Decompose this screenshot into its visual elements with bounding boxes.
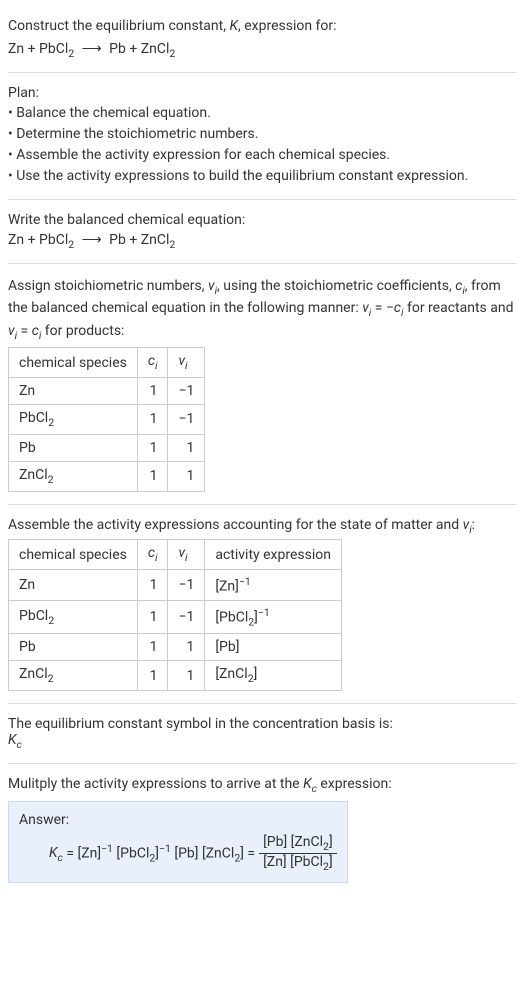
table-header-row: chemical species ci νi activity expressi…: [9, 540, 342, 570]
col-header-species: chemical species: [9, 348, 138, 378]
cell-ci: 1: [137, 661, 168, 691]
kc-symbol-section: The equilibrium constant symbol in the c…: [8, 708, 517, 759]
plan-item: • Balance the chemical equation.: [8, 103, 517, 124]
kc-fraction: [Pb] [ZnCl2] [Zn] [PbCl2]: [259, 834, 337, 873]
plan-item: • Use the activity expressions to build …: [8, 166, 517, 187]
divider: [8, 263, 517, 264]
divider: [8, 199, 517, 200]
activity-table: chemical species ci νi activity expressi…: [8, 539, 342, 691]
multiply-text: Mulitply the activity expressions to arr…: [8, 776, 517, 795]
cell-ci: 1: [137, 634, 168, 661]
plan-item: • Assemble the activity expression for e…: [8, 145, 517, 166]
stoich-section: Assign stoichiometric numbers, νi, using…: [8, 268, 517, 500]
cell-species: Zn: [9, 378, 138, 405]
divider: [8, 72, 517, 73]
cell-species: PbCl2: [9, 405, 138, 435]
cell-vi: 1: [168, 434, 205, 461]
divider: [8, 703, 517, 704]
cell-vi: 1: [168, 634, 205, 661]
cell-expr: [ZnCl2]: [205, 661, 342, 691]
plan-section: Plan: • Balance the chemical equation. •…: [8, 77, 517, 195]
kc-symbol-text: The equilibrium constant symbol in the c…: [8, 716, 517, 732]
table-row: PbCl2 1 −1: [9, 405, 205, 435]
col-header-ci: ci: [137, 540, 168, 570]
cell-expr: [PbCl2]−1: [205, 600, 342, 633]
table-row: Zn 1 −1 [Zn]−1: [9, 570, 342, 601]
cell-ci: 1: [137, 405, 168, 435]
cell-ci: 1: [137, 461, 168, 491]
kc-numerator: [Pb] [ZnCl2]: [259, 834, 337, 854]
cell-ci: 1: [137, 378, 168, 405]
answer-box: Answer: Kc = [Zn]−1 [PbCl2]−1 [Pb] [ZnCl…: [8, 801, 348, 884]
balanced-section: Write the balanced chemical equation: Zn…: [8, 204, 517, 259]
cell-species: Zn: [9, 570, 138, 601]
assign-text: Assign stoichiometric numbers, νi, using…: [8, 276, 517, 344]
cell-species: Pb: [9, 434, 138, 461]
kc-symbol: Kc: [8, 732, 517, 751]
cell-ci: 1: [137, 434, 168, 461]
table-row: ZnCl2 1 1 [ZnCl2]: [9, 661, 342, 691]
cell-species: PbCl2: [9, 600, 138, 633]
col-header-species: chemical species: [9, 540, 138, 570]
kc-lhs: Kc = [Zn]−1 [PbCl2]−1 [Pb] [ZnCl2] =: [49, 842, 255, 864]
prompt-text: Construct the equilibrium constant, K, e…: [8, 18, 337, 34]
cell-vi: −1: [168, 600, 205, 633]
kc-expression: Kc = [Zn]−1 [PbCl2]−1 [Pb] [ZnCl2] = [Pb…: [19, 834, 337, 873]
cell-species: Pb: [9, 634, 138, 661]
divider: [8, 504, 517, 505]
table-header-row: chemical species ci νi: [9, 348, 205, 378]
balanced-heading: Write the balanced chemical equation:: [8, 212, 517, 228]
cell-ci: 1: [137, 600, 168, 633]
table-row: Pb 1 1: [9, 434, 205, 461]
plan-item: • Determine the stoichiometric numbers.: [8, 124, 517, 145]
col-header-expr: activity expression: [205, 540, 342, 570]
plan-heading: Plan:: [8, 85, 517, 101]
cell-vi: 1: [168, 661, 205, 691]
cell-vi: −1: [168, 570, 205, 601]
table-row: Pb 1 1 [Pb]: [9, 634, 342, 661]
cell-species: ZnCl2: [9, 661, 138, 691]
prompt-text-1: Construct the equilibrium constant, K, e…: [8, 16, 517, 37]
table-row: PbCl2 1 −1 [PbCl2]−1: [9, 600, 342, 633]
col-header-vi: νi: [168, 348, 205, 378]
table-row: Zn 1 −1: [9, 378, 205, 405]
cell-vi: 1: [168, 461, 205, 491]
col-header-vi: νi: [168, 540, 205, 570]
activity-section: Assemble the activity expressions accoun…: [8, 509, 517, 700]
cell-species: ZnCl2: [9, 461, 138, 491]
prompt-section: Construct the equilibrium constant, K, e…: [8, 8, 517, 68]
multiply-section: Mulitply the activity expressions to arr…: [8, 768, 517, 891]
cell-ci: 1: [137, 570, 168, 601]
table-row: ZnCl2 1 1: [9, 461, 205, 491]
cell-expr: [Pb]: [205, 634, 342, 661]
balanced-equation: Zn + PbCl2 ⟶ Pb + ZnCl2: [8, 232, 517, 251]
cell-vi: −1: [168, 405, 205, 435]
kc-denominator: [Zn] [PbCl2]: [259, 854, 337, 873]
stoich-table: chemical species ci νi Zn 1 −1 PbCl2 1 −…: [8, 347, 205, 491]
assemble-text: Assemble the activity expressions accoun…: [8, 517, 517, 536]
cell-vi: −1: [168, 378, 205, 405]
col-header-ci: ci: [137, 348, 168, 378]
cell-expr: [Zn]−1: [205, 570, 342, 601]
answer-label: Answer:: [19, 812, 337, 828]
plan-list: • Balance the chemical equation. • Deter…: [8, 103, 517, 187]
initial-equation: Zn + PbCl2 ⟶ Pb + ZnCl2: [8, 41, 517, 60]
divider: [8, 763, 517, 764]
